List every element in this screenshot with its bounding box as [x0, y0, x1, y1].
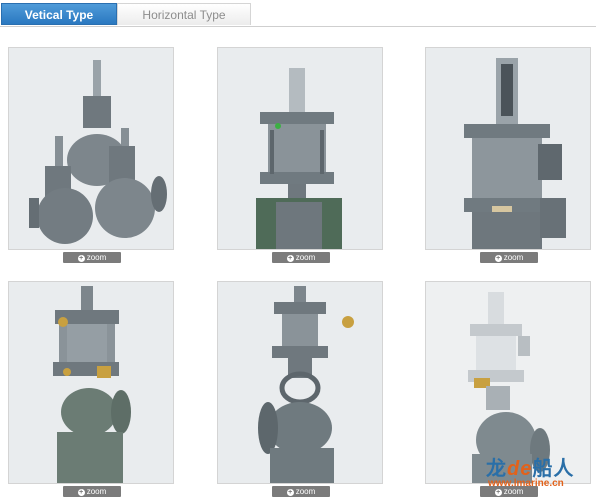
- zoom-button-4[interactable]: + zoom: [63, 486, 121, 497]
- watermark-brand-left: 龙: [486, 458, 507, 480]
- valve-photo-4: [9, 282, 173, 483]
- zoom-plus-icon: +: [286, 489, 294, 496]
- zoom-label: zoom: [503, 253, 524, 262]
- product-thumbnail-5[interactable]: [217, 281, 383, 484]
- watermark-brand: 龙de船人: [486, 452, 574, 481]
- zoom-button-3[interactable]: + zoom: [480, 252, 538, 263]
- tab-vertical-type[interactable]: Vetical Type: [1, 3, 117, 25]
- zoom-label: zoom: [86, 487, 107, 496]
- type-tab-bar: Vetical Type Horizontal Type: [0, 3, 596, 27]
- watermark-brand-right: 船人: [532, 458, 575, 480]
- zoom-label: zoom: [86, 253, 107, 262]
- site-watermark: 龙de船人 www.lmarine.cn: [486, 452, 594, 492]
- zoom-label: zoom: [295, 487, 316, 496]
- valve-photo-5: [218, 282, 382, 483]
- product-thumbnail-1[interactable]: [8, 47, 174, 250]
- watermark-brand-mid: de: [507, 458, 533, 480]
- valve-photo-1: [9, 48, 173, 249]
- product-thumbnail-4[interactable]: [8, 281, 174, 484]
- valve-photo-2: [218, 48, 382, 249]
- tab-horizontal-type[interactable]: Horizontal Type: [117, 3, 251, 25]
- zoom-plus-icon: +: [494, 255, 502, 262]
- product-thumbnail-3[interactable]: [425, 47, 591, 250]
- product-thumbnail-2[interactable]: [217, 47, 383, 250]
- watermark-url: www.lmarine.cn: [488, 478, 564, 489]
- zoom-button-1[interactable]: + zoom: [63, 252, 121, 263]
- zoom-plus-icon: +: [77, 255, 85, 262]
- zoom-button-5[interactable]: + zoom: [272, 486, 330, 497]
- zoom-plus-icon: +: [286, 255, 294, 262]
- zoom-plus-icon: +: [77, 489, 85, 496]
- valve-photo-3: [426, 48, 590, 249]
- zoom-button-2[interactable]: + zoom: [272, 252, 330, 263]
- zoom-label: zoom: [295, 253, 316, 262]
